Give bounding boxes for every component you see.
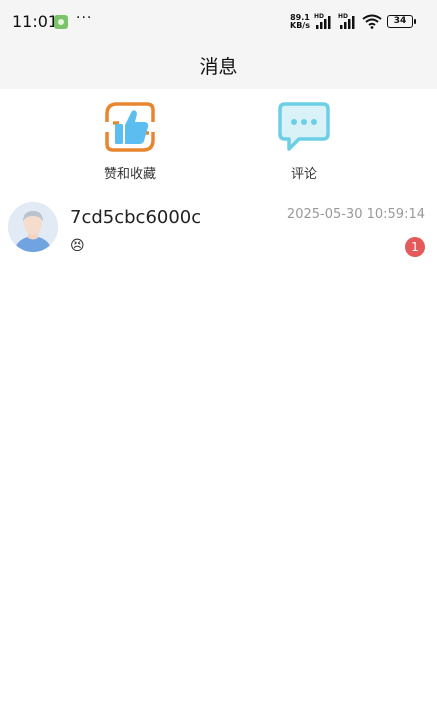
message-list-item[interactable]: 7cd5cbc6000c 😣 2025-05-30 10:59:14 1 xyxy=(0,196,437,262)
status-bar: 11:01 ··· 89.1 KB/s HD HD 34 xyxy=(0,0,437,44)
message-timestamp: 2025-05-30 10:59:14 xyxy=(286,207,425,222)
comments-label: 评论 xyxy=(290,167,317,182)
page-title: 消息 xyxy=(199,56,238,78)
more-notifications-icon: ··· xyxy=(76,10,93,26)
top-bar: 消息 xyxy=(0,44,437,89)
signal-icon-2 xyxy=(340,16,355,29)
network-speed: 89.1 KB/s xyxy=(290,14,310,30)
avatar xyxy=(8,202,58,252)
message-preview: 😣 xyxy=(70,238,85,254)
status-time: 11:01 xyxy=(12,12,59,31)
app-notification-icon xyxy=(54,15,68,29)
signal-icon xyxy=(316,16,331,29)
battery-icon: 34 xyxy=(387,15,416,28)
wifi-icon xyxy=(362,14,382,29)
network-speed-unit: KB/s xyxy=(290,21,310,30)
comments-entry[interactable]: 评论 xyxy=(244,100,364,182)
likes-and-favorites-label: 赞和收藏 xyxy=(103,167,156,182)
user-avatar-icon xyxy=(8,202,58,252)
likes-and-favorites-entry[interactable]: 赞和收藏 xyxy=(70,100,190,182)
thumbs-up-icon xyxy=(105,102,155,152)
chat-bubble-icon xyxy=(278,102,330,151)
unread-count-badge: 1 xyxy=(405,237,425,257)
message-sender-name: 7cd5cbc6000c xyxy=(70,207,202,228)
